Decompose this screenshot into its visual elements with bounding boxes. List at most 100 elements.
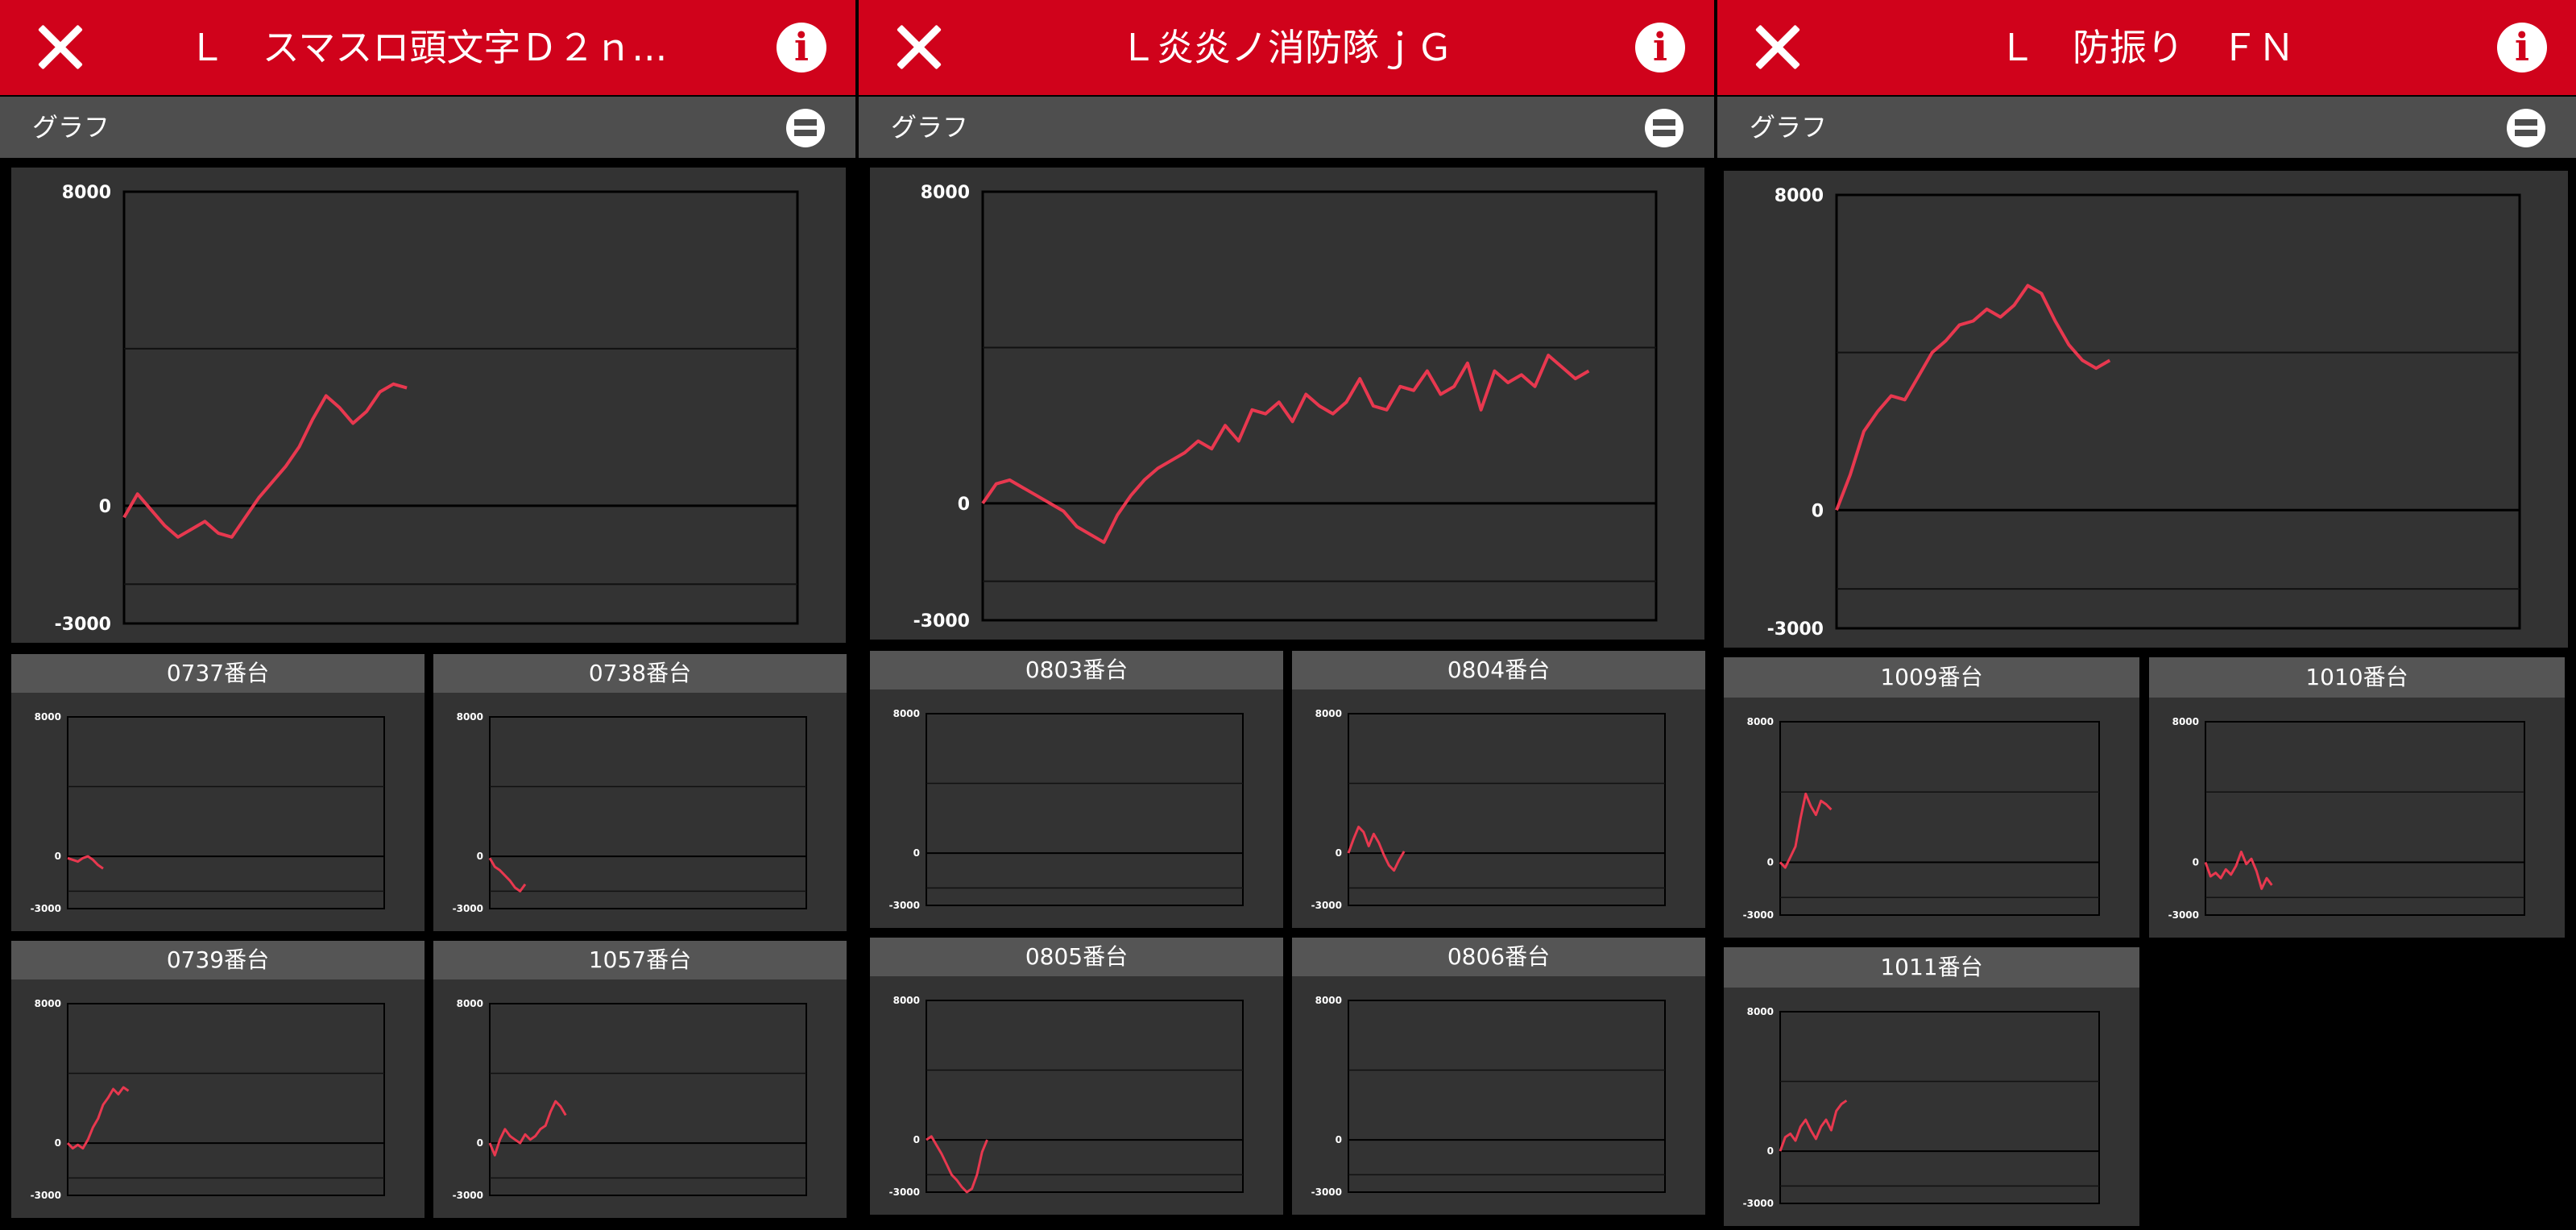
- y-tick-label: -3000: [913, 611, 970, 632]
- unit-chart: 8000 0 -3000: [11, 979, 425, 1218]
- y-tick-label: -3000: [31, 1190, 61, 1201]
- y-tick-label: -3000: [453, 1190, 483, 1201]
- plot-frame: [489, 716, 807, 909]
- y-tick-label: 8000: [1315, 708, 1342, 719]
- close-icon[interactable]: [35, 23, 85, 72]
- plot-frame: [1348, 1000, 1666, 1193]
- y-tick-label: -3000: [1743, 1198, 1774, 1209]
- graph-section-bar[interactable]: グラフ: [859, 97, 1714, 158]
- y-tick-label: 8000: [35, 998, 61, 1009]
- unit-card-title[interactable]: 1057番台: [433, 941, 847, 979]
- main-chart: 8000 0 -3000: [11, 168, 846, 643]
- unit-card-title[interactable]: 0806番台: [1292, 938, 1705, 976]
- unit-chart: 8000 0 -3000: [870, 976, 1283, 1215]
- y-tick-label: 8000: [893, 995, 920, 1006]
- chart-svg: 8000 0 -3000: [913, 183, 1658, 632]
- main-chart: 8000 0 -3000: [1724, 171, 2568, 648]
- plot-frame: [926, 713, 1244, 906]
- y-tick-label: 8000: [35, 711, 61, 723]
- y-tick-label: 8000: [457, 711, 483, 723]
- y-tick-label: 8000: [1775, 186, 1824, 206]
- store-panel-3: Ｌ 防振り ＦＮ i グラフ 8000 0 -3000 1009番台 8000 0 -3…: [1717, 0, 2576, 1230]
- series-line: [2204, 851, 2273, 890]
- y-tick-label: -3000: [453, 903, 483, 914]
- graph-section-bar[interactable]: グラフ: [0, 97, 855, 158]
- y-tick-label: 0: [55, 1137, 61, 1149]
- info-icon[interactable]: i: [2497, 23, 2547, 72]
- y-tick-label: 0: [1336, 1134, 1342, 1145]
- unit-card-title[interactable]: 1009番台: [1724, 657, 2139, 698]
- chart-svg: 8000 0 -3000: [55, 183, 799, 635]
- series-line: [488, 1100, 567, 1157]
- unit-card-title[interactable]: 0803番台: [870, 651, 1283, 690]
- store-panel-1: Ｌ スマスロ頭文字Ｄ２ｎ... i グラフ 8000 0 -3000 0737番台 …: [0, 0, 855, 1230]
- chart-svg: 8000 0 -3000: [2168, 716, 2525, 921]
- unit-chart: 8000 0 -3000: [1724, 698, 2139, 938]
- chart-svg: 8000 0 -3000: [31, 998, 385, 1201]
- series-line: [1779, 1100, 1848, 1152]
- y-tick-label: 0: [477, 1137, 483, 1149]
- unit-chart: 8000 0 -3000: [1292, 690, 1705, 928]
- graph-section-label: グラフ: [32, 112, 110, 143]
- unit-card-title[interactable]: 1011番台: [1724, 947, 2139, 988]
- info-icon[interactable]: i: [777, 23, 826, 72]
- y-tick-label: 8000: [921, 183, 970, 203]
- chart-svg: 8000 0 -3000: [889, 708, 1244, 911]
- unit-card-title[interactable]: 0739番台: [11, 941, 425, 979]
- unit-chart: 8000 0 -3000: [1724, 988, 2139, 1226]
- plot-frame: [1835, 193, 2521, 630]
- y-tick-label: -3000: [1311, 1187, 1342, 1198]
- y-tick-label: -3000: [1743, 909, 1774, 921]
- plot-frame: [489, 1003, 807, 1196]
- y-tick-label: -3000: [889, 1187, 920, 1198]
- machine-title: Ｌ炎炎ノ消防隊ｊＧ: [1120, 26, 1453, 69]
- close-icon[interactable]: [894, 23, 944, 72]
- close-icon[interactable]: [1753, 23, 1803, 72]
- unit-chart: 8000 0 -3000: [870, 690, 1283, 928]
- unit-chart: 8000 0 -3000: [433, 979, 847, 1218]
- y-tick-label: 8000: [893, 708, 920, 719]
- main-chart: 8000 0 -3000: [870, 168, 1704, 640]
- y-tick-label: -3000: [31, 903, 61, 914]
- series-line: [122, 382, 408, 539]
- collapse-icon[interactable]: [1645, 109, 1684, 147]
- series-line: [981, 354, 1590, 545]
- unit-card-title[interactable]: 0805番台: [870, 938, 1283, 976]
- unit-card-title[interactable]: 0738番台: [433, 654, 847, 693]
- collapse-icon[interactable]: [786, 109, 825, 147]
- chart-svg: 8000 0 -3000: [889, 995, 1244, 1198]
- y-tick-label: 0: [1767, 1145, 1774, 1157]
- unit-card-title[interactable]: 0804番台: [1292, 651, 1705, 690]
- y-tick-label: 0: [99, 497, 111, 517]
- y-tick-label: 8000: [1747, 1006, 1774, 1017]
- y-tick-label: 0: [2193, 857, 2199, 868]
- y-tick-label: 8000: [1315, 995, 1342, 1006]
- y-tick-label: 0: [958, 495, 970, 515]
- plot-frame: [1779, 721, 2100, 916]
- unit-chart: 8000 0 -3000: [433, 693, 847, 931]
- chart-svg: 8000 0 -3000: [1311, 995, 1666, 1198]
- chart-svg: 8000 0 -3000: [1743, 1006, 2100, 1209]
- unit-card-title[interactable]: 0737番台: [11, 654, 425, 693]
- machine-title: Ｌ スマスロ頭文字Ｄ２ｎ...: [188, 26, 668, 69]
- chart-svg: 8000 0 -3000: [1743, 716, 2100, 921]
- plot-frame: [122, 190, 799, 625]
- plot-frame: [67, 716, 385, 909]
- collapse-icon[interactable]: [2507, 109, 2545, 147]
- series-line: [1779, 793, 1833, 869]
- y-tick-label: 8000: [1747, 716, 1774, 727]
- series-line: [67, 855, 104, 870]
- machine-title: Ｌ 防振り ＦＮ: [1998, 26, 2295, 69]
- plot-frame: [1348, 713, 1666, 906]
- y-tick-label: 0: [1812, 501, 1824, 521]
- y-tick-label: 0: [477, 851, 483, 862]
- info-icon[interactable]: i: [1635, 23, 1685, 72]
- graph-section-bar[interactable]: グラフ: [1717, 97, 2576, 158]
- y-tick-label: 0: [913, 847, 920, 859]
- series-line: [66, 1086, 130, 1150]
- y-tick-label: -3000: [1311, 900, 1342, 911]
- unit-card-title[interactable]: 1010番台: [2149, 657, 2565, 698]
- plot-frame: [1779, 1011, 2100, 1204]
- y-tick-label: 8000: [457, 998, 483, 1009]
- chart-svg: 8000 0 -3000: [453, 711, 807, 914]
